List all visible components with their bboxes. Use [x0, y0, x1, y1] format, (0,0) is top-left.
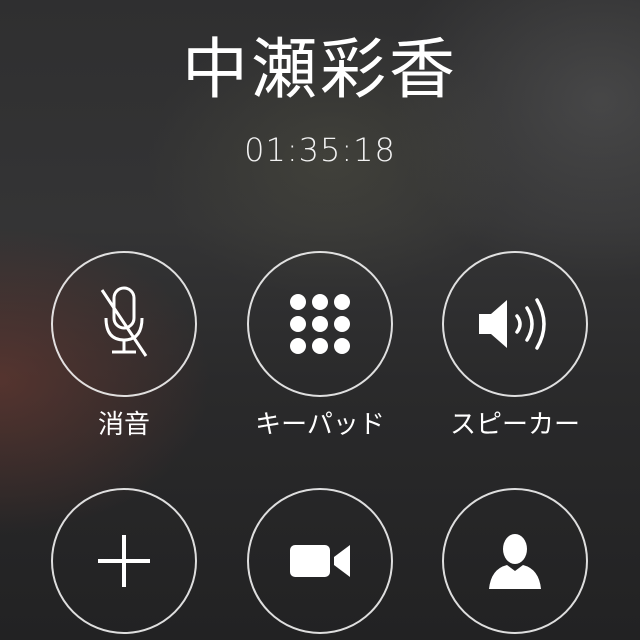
speaker-button[interactable]: [442, 251, 588, 397]
contact-person-icon: [487, 531, 543, 591]
speaker-label: スピーカー: [449, 410, 580, 440]
call-duration: 01:35:18: [244, 131, 396, 169]
speaker-icon: [475, 292, 555, 356]
microphone-muted-icon: [96, 284, 152, 364]
plus-icon: [96, 533, 152, 589]
keypad-grid-icon: [289, 293, 351, 355]
mute-label: 消音: [97, 410, 150, 440]
caller-name: 中瀬彩香: [182, 31, 458, 108]
add-call-button[interactable]: [51, 488, 197, 634]
keypad-label: キーパッド: [255, 410, 385, 440]
mute-button[interactable]: [51, 251, 197, 397]
video-camera-icon: [288, 541, 352, 581]
keypad-button[interactable]: [247, 251, 393, 397]
contacts-button[interactable]: [442, 488, 588, 634]
facetime-button[interactable]: [247, 488, 393, 634]
